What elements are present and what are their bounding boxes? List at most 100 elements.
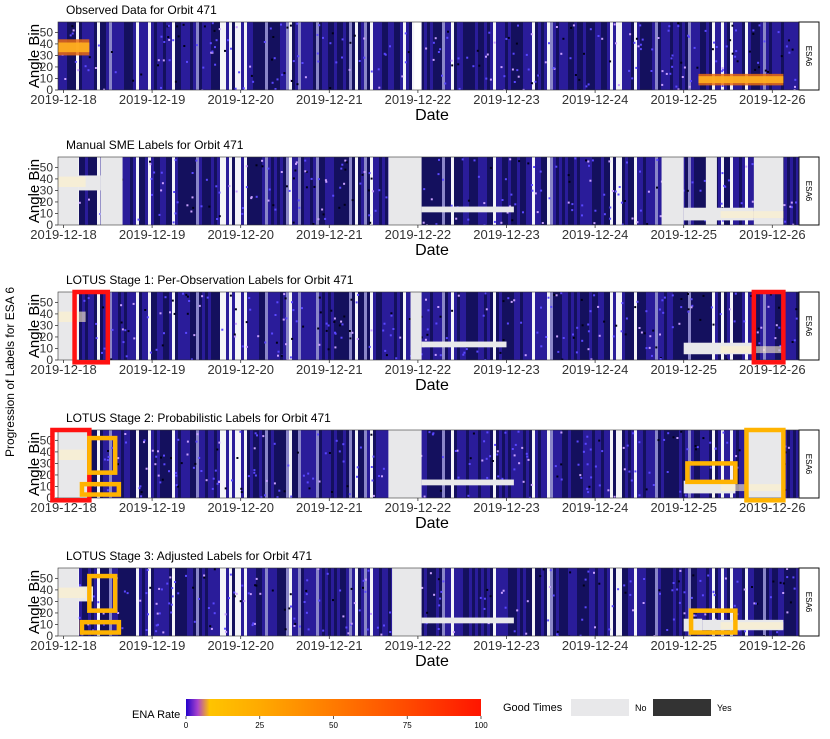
data-column (622, 430, 625, 498)
bad-time-patch (421, 617, 514, 624)
data-column (172, 568, 175, 636)
data-column (352, 568, 355, 636)
data-speckle (170, 457, 172, 459)
data-speckle (185, 331, 188, 334)
data-column (235, 568, 238, 636)
data-column (202, 430, 205, 498)
data-column (637, 430, 640, 498)
data-column (247, 430, 250, 498)
data-speckle (734, 292, 737, 295)
data-speckle (656, 159, 659, 161)
data-speckle (216, 448, 219, 451)
data-column (181, 22, 184, 90)
x-tick-label: 2019-12-19 (119, 500, 186, 515)
data-speckle (611, 605, 614, 608)
data-column (571, 430, 574, 498)
data-speckle (432, 41, 435, 44)
data-speckle (351, 331, 354, 334)
data-speckle (83, 299, 86, 302)
data-column (379, 568, 382, 636)
data-column (406, 292, 409, 360)
data-speckle (265, 479, 268, 482)
data-speckle (160, 456, 162, 459)
data-speckle (307, 472, 310, 475)
data-column (565, 157, 568, 225)
data-column (319, 568, 322, 636)
data-speckle (290, 605, 292, 608)
data-speckle (426, 333, 429, 336)
data-speckle (626, 444, 629, 447)
data-speckle (155, 602, 158, 605)
data-speckle (340, 167, 343, 170)
data-speckle (87, 297, 90, 300)
data-column (268, 22, 271, 90)
data-column (274, 430, 277, 498)
data-column (472, 157, 475, 225)
data-column (541, 430, 544, 498)
data-column (361, 568, 364, 636)
signal-hint (720, 211, 784, 219)
data-column (490, 292, 493, 360)
data-column (472, 568, 475, 636)
data-column (376, 568, 379, 636)
data-column (640, 22, 643, 90)
data-column (613, 430, 616, 498)
data-speckle (306, 579, 309, 582)
colorbar-tick-label: 25 (255, 721, 264, 730)
data-column (307, 22, 310, 90)
data-column (163, 22, 166, 90)
data-speckle (160, 189, 163, 192)
data-speckle (754, 602, 757, 605)
data-speckle (399, 336, 402, 339)
data-speckle (327, 324, 330, 327)
data-column (625, 292, 628, 360)
data-speckle (322, 213, 325, 216)
data-speckle (299, 625, 301, 628)
data-speckle (591, 159, 594, 162)
data-speckle (667, 29, 670, 32)
data-column (550, 292, 553, 360)
data-speckle (461, 158, 464, 161)
data-speckle (356, 475, 358, 478)
data-speckle (483, 440, 486, 443)
data-speckle (645, 310, 648, 313)
data-speckle (250, 197, 253, 200)
data-column (373, 568, 376, 636)
data-column (139, 568, 142, 636)
data-column (295, 568, 298, 636)
data-speckle (738, 449, 741, 452)
data-speckle (571, 203, 574, 206)
data-speckle (177, 35, 180, 38)
data-speckle (214, 46, 216, 49)
data-column (73, 22, 76, 90)
data-column (370, 430, 373, 498)
data-column (556, 292, 559, 360)
data-column (388, 292, 391, 360)
data-speckle (324, 217, 327, 220)
data-speckle (525, 53, 528, 56)
data-speckle (671, 54, 674, 57)
data-speckle (313, 185, 316, 188)
data-speckle (192, 586, 195, 589)
x-tick-label: 2019-12-18 (30, 92, 97, 107)
data-column (127, 568, 130, 636)
data-speckle (110, 51, 113, 53)
data-column (121, 568, 124, 636)
data-speckle (127, 330, 130, 333)
data-speckle (194, 462, 197, 465)
data-column (160, 568, 163, 636)
data-column (271, 157, 274, 225)
data-speckle (740, 202, 743, 205)
data-column (574, 157, 577, 225)
data-column (190, 157, 193, 225)
data-speckle (227, 39, 229, 42)
data-speckle (712, 591, 715, 594)
data-speckle (540, 306, 542, 309)
data-speckle (364, 578, 367, 581)
data-column (196, 430, 199, 498)
data-column (544, 157, 547, 225)
data-column (655, 568, 658, 636)
data-column (235, 430, 238, 498)
data-column (496, 430, 499, 498)
data-speckle (516, 609, 519, 612)
